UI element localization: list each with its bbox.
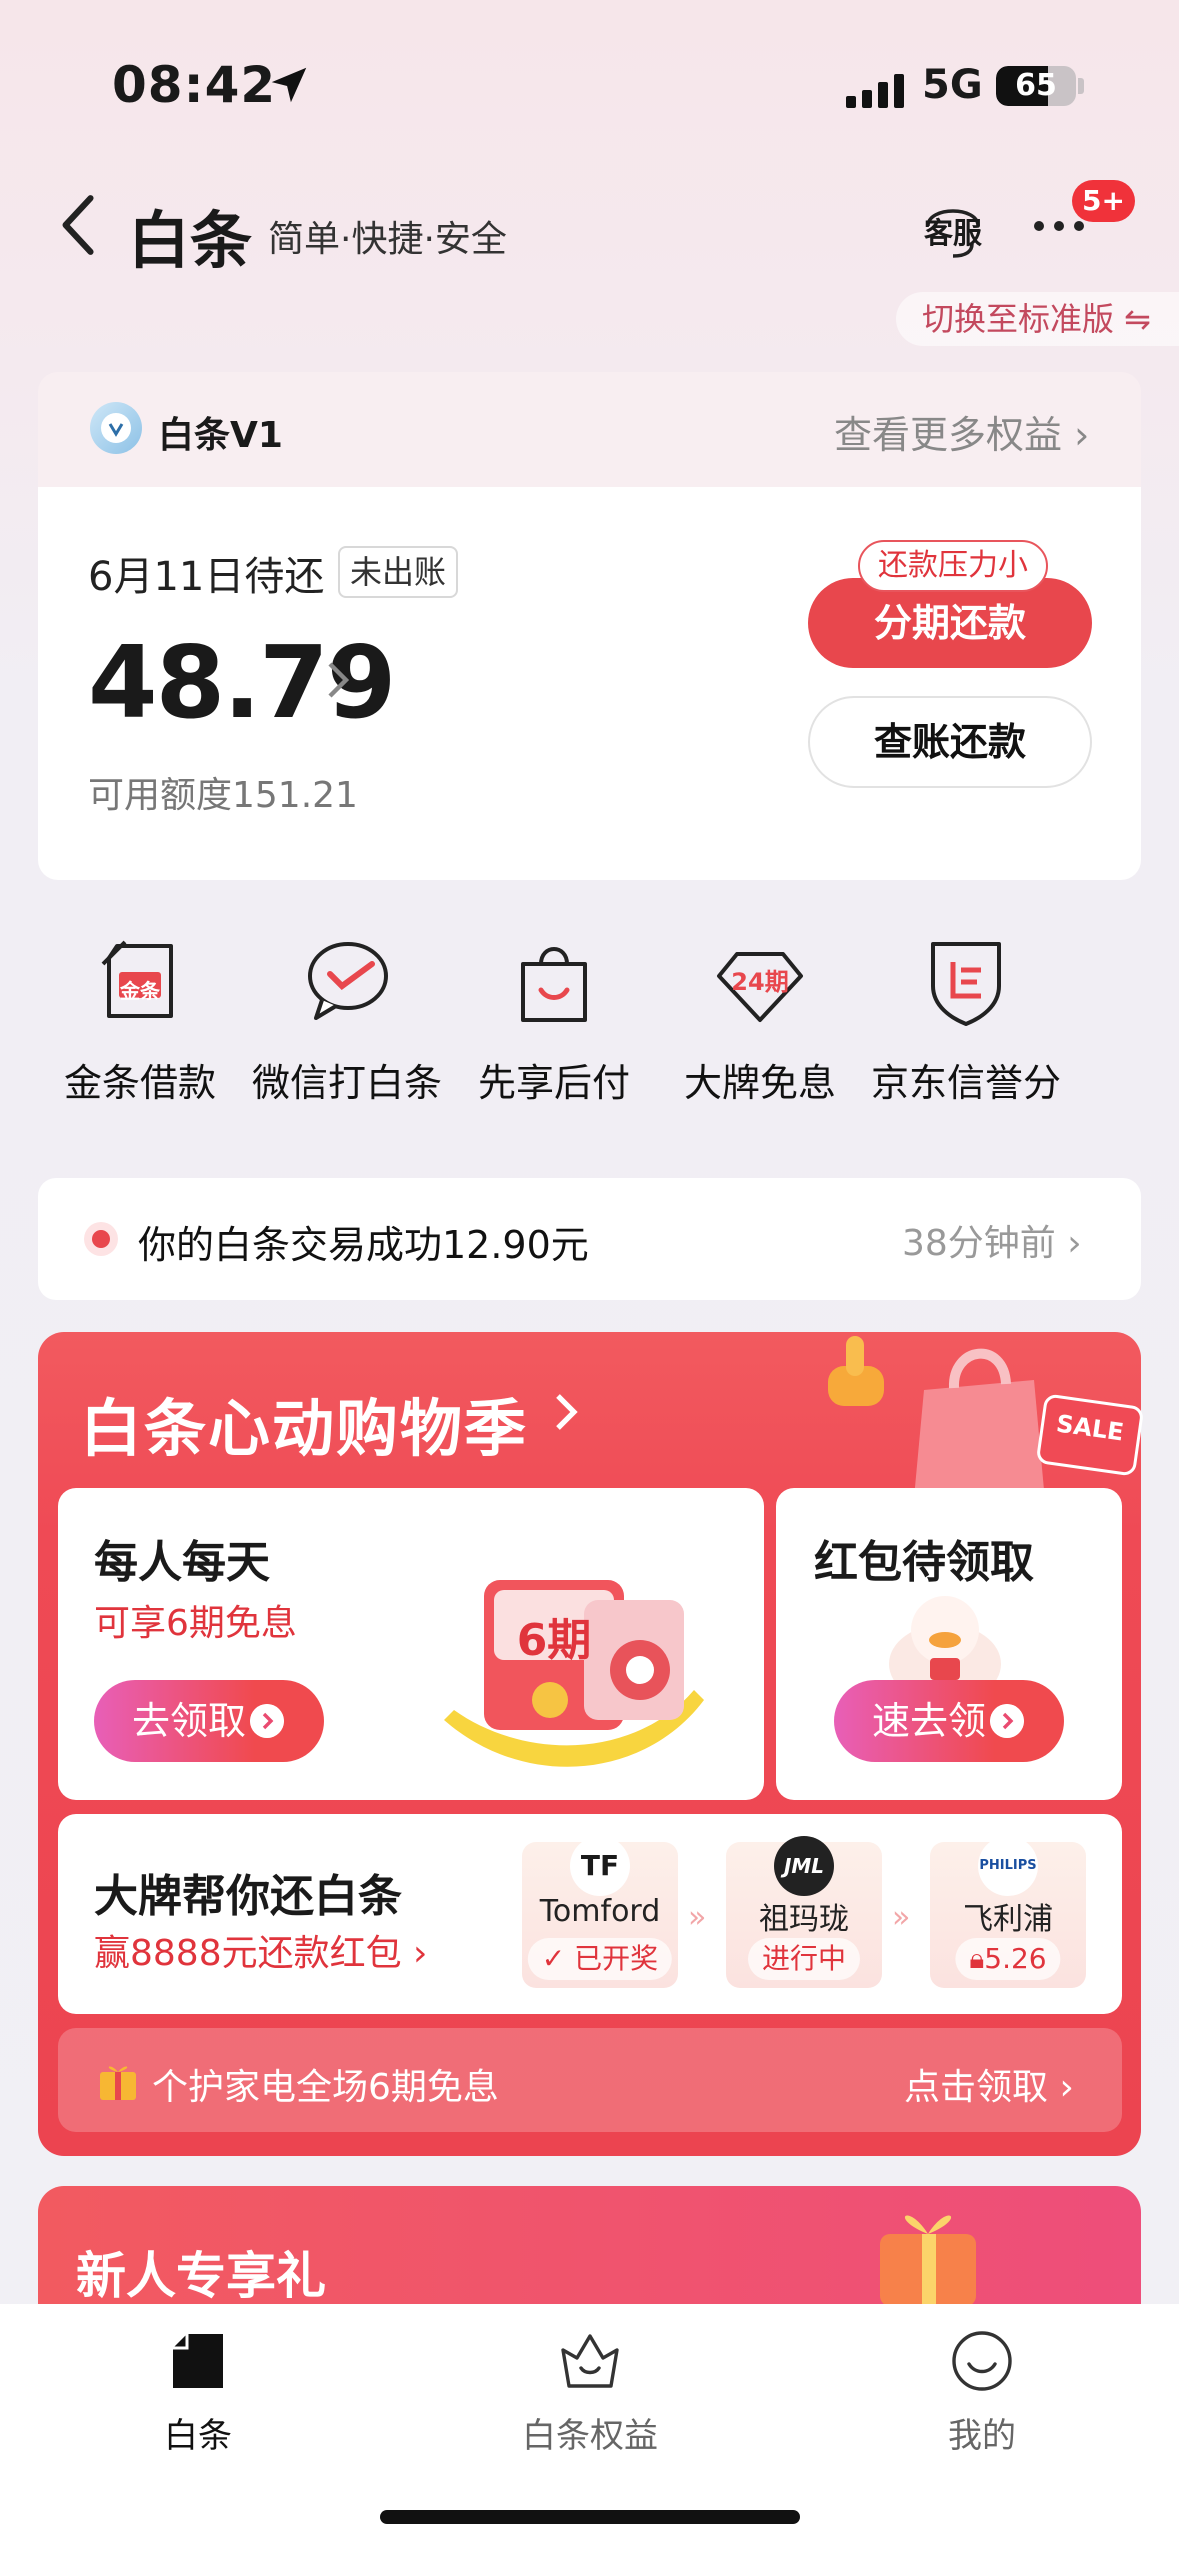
battery-icon: 65 — [996, 66, 1076, 106]
tab-mine[interactable]: 我的 — [862, 2322, 1102, 2462]
tab-label: 白条权益 — [522, 2416, 658, 2456]
shortcut-label: 大牌免息 — [683, 1061, 836, 1105]
service-label: 客服 — [923, 216, 982, 250]
baitiao-tab-icon — [173, 2334, 223, 2388]
gift-text: 个护家电全场6期免息 — [152, 2067, 499, 2108]
level-badge-icon — [90, 402, 142, 454]
available-credit: 可用额度151.21 — [88, 775, 358, 816]
red-packet-button-label: 速去领 — [872, 1699, 987, 1743]
gift-box-icon — [880, 2215, 976, 2306]
page-subtitle: 简单·快捷·安全 — [268, 219, 507, 260]
brand-title: 大牌帮你还白条 — [94, 1871, 402, 1922]
interest-free-6-illustration: 6期 — [404, 1520, 744, 1780]
level-name: 白条V1 — [158, 415, 283, 456]
switch-standard-button[interactable]: 切换至标准版 ⇋ — [896, 292, 1179, 346]
chevron-right-icon — [556, 1394, 578, 1430]
shortcut-pay-later[interactable]: 先享后付 — [454, 936, 654, 1106]
page-title: 白条 — [128, 204, 253, 277]
lock-icon: 🔒︎ — [969, 1942, 985, 1975]
daily-title: 每人每天 — [94, 1537, 270, 1588]
bill-status-tag: 未出账 — [338, 546, 459, 598]
brand-name: 祖玛珑 — [759, 1902, 849, 1937]
battery-level: 65 — [1015, 68, 1057, 103]
tab-benefits[interactable]: 白条权益 — [470, 2322, 710, 2462]
brand-subtitle[interactable]: 赢8888元还款红包 › — [94, 1924, 427, 1976]
claim-red-packet-button[interactable]: 速去领 — [834, 1680, 1064, 1762]
newbie-title: 新人专享礼 — [76, 2247, 326, 2305]
red-packet-title: 红包待领取 — [814, 1537, 1034, 1588]
shortcut-gold-loan[interactable]: 金条 金条借款 — [40, 936, 240, 1106]
battery-cap — [1078, 78, 1084, 94]
shortcut-label: 先享后付 — [477, 1061, 630, 1105]
daily-subtitle: 可享6期免息 — [94, 1603, 297, 1644]
brand-name: 飞利浦 — [963, 1902, 1053, 1937]
claim-button[interactable]: 去领取 — [94, 1680, 324, 1762]
brand-logo: JML — [774, 1836, 834, 1896]
sale-tag: SALE — [1035, 1393, 1145, 1477]
gold-loan-icon-text: 金条 — [120, 979, 160, 1003]
transaction-text: 你的白条交易成功12.90元 — [138, 1223, 589, 1267]
brand-step-tomford[interactable]: TF Tomford ✓ 已开奖 — [522, 1836, 678, 1988]
brand-icon-text: 24期 — [731, 968, 789, 996]
shield-score-icon — [931, 942, 1001, 1026]
go-arrow-icon — [990, 1704, 1024, 1738]
status-time: 08:42 — [112, 56, 277, 114]
arrow-separator: » — [688, 1900, 707, 1935]
gift-icon — [100, 2066, 136, 2100]
transaction-time: 38分钟前 › — [902, 1223, 1082, 1264]
tab-label: 我的 — [948, 2416, 1016, 2456]
more-benefits-link[interactable]: 查看更多权益 › — [834, 404, 1089, 459]
location-arrow-icon — [271, 67, 307, 103]
cellular-signal-icon — [846, 70, 906, 108]
brand-name: Tomford — [539, 1894, 661, 1929]
smile-face-icon — [952, 2331, 1012, 2391]
customer-service-button[interactable]: 客服 — [920, 192, 986, 262]
chevron-right-icon[interactable] — [326, 660, 350, 700]
shortcut-credit-score[interactable]: 京东信誉分 — [866, 936, 1066, 1106]
pressure-tag: 还款压力小 — [858, 540, 1048, 592]
claim-button-label: 去领取 — [132, 1699, 247, 1743]
check-bill-button[interactable]: 查账还款 — [808, 696, 1092, 788]
shortcut-label: 微信打白条 — [251, 1061, 442, 1105]
shortcut-label: 京东信誉分 — [870, 1061, 1061, 1105]
notification-badge: 5+ — [1072, 180, 1135, 222]
gift-claim-link[interactable]: 点击领取 › — [904, 2058, 1074, 2110]
shortcut-wechat[interactable]: 微信打白条 — [247, 936, 447, 1106]
notice-dot — [92, 1230, 110, 1248]
shopping-bag-icon — [521, 947, 587, 1022]
brand-state: ✓ 已开奖 — [527, 1938, 673, 1980]
network-type: 5G — [922, 62, 983, 108]
crown-icon — [561, 2334, 619, 2388]
due-date-label: 6月11日待还 — [88, 554, 325, 600]
tab-label: 白条 — [164, 2416, 232, 2456]
go-arrow-icon — [250, 1704, 284, 1738]
arrow-separator: » — [892, 1900, 911, 1935]
brand-logo: PHILIPS — [978, 1836, 1038, 1896]
brand-step-philips[interactable]: PHILIPS 飞利浦 🔒︎5.26 — [930, 1836, 1086, 1988]
shortcut-label: 金条借款 — [63, 1061, 216, 1105]
brand-state: 🔒︎5.26 — [955, 1938, 1061, 1980]
brand-state: 进行中 — [747, 1938, 861, 1980]
brand-logo: TF — [570, 1836, 630, 1896]
shopping-bag-decor-icon — [914, 1348, 1044, 1498]
check-circle-icon: ✓ — [541, 1942, 575, 1975]
wechat-icon — [308, 942, 388, 1020]
back-icon[interactable] — [56, 192, 102, 258]
promo-title[interactable]: 白条心动购物季 — [80, 1378, 528, 1468]
tab-baitiao[interactable]: 白条 — [78, 2322, 318, 2462]
brand-step-jomalone[interactable]: JML 祖玛珑 进行中 — [726, 1836, 882, 1988]
art-text: 6期 — [516, 1615, 592, 1666]
shortcut-brand-interest-free[interactable]: 24期 大牌免息 — [660, 936, 860, 1106]
thumbs-up-icon — [828, 1336, 884, 1406]
home-indicator — [380, 2510, 800, 2524]
